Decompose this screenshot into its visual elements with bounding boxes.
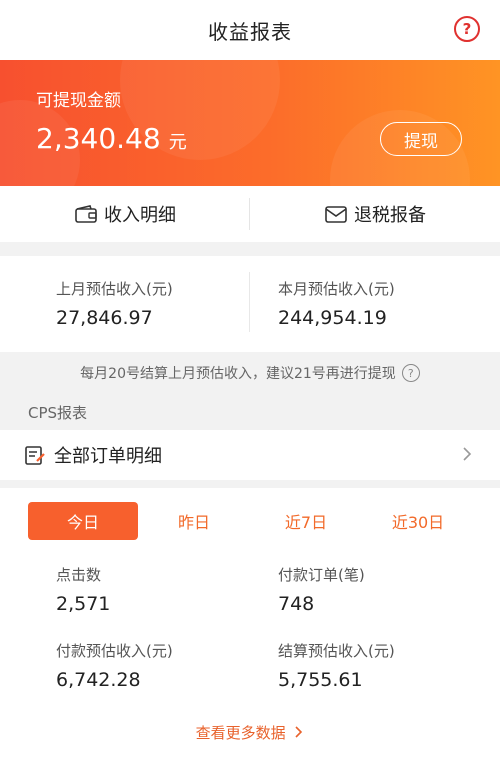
divider (249, 198, 250, 230)
metric-value: 5,755.61 (278, 669, 363, 691)
quick-actions: 收入明细 退税报备 (0, 186, 500, 242)
period-tabs: 今日 昨日 近7日 近30日 (28, 502, 474, 540)
income-detail-label: 收入明细 (104, 205, 176, 226)
balance-label: 可提现金额 (36, 91, 121, 111)
tab-yesterday[interactable]: 昨日 (138, 502, 250, 540)
section-label: CPS报表 (28, 404, 88, 422)
app-header: 收益报表 ? (0, 0, 500, 60)
metric-label: 结算预估收入(元) (278, 642, 395, 660)
stat-label: 上月预估收入(元) (56, 280, 173, 298)
metric-value: 748 (278, 593, 315, 615)
order-list-icon (25, 446, 45, 465)
balance-value: 2,340.48 (36, 122, 161, 155)
last-month-estimate: 上月预估收入(元) 27,846.97 (56, 278, 173, 329)
stat-label: 本月预估收入(元) (278, 280, 395, 298)
clicks-metric: 点击数 2,571 (56, 564, 110, 615)
chevron-right-icon (295, 726, 303, 738)
income-detail-button[interactable]: 收入明细 (0, 186, 250, 242)
stat-value: 27,846.97 (56, 307, 153, 329)
balance-banner: 可提现金额 2,340.48 元 提现 (0, 60, 500, 186)
this-month-estimate: 本月预估收入(元) 244,954.19 (278, 278, 395, 329)
view-more-label: 查看更多数据 (195, 724, 286, 742)
info-icon[interactable]: ? (401, 364, 420, 382)
estimate-card: 上月预估收入(元) 27,846.97 本月预估收入(元) 244,954.19 (0, 256, 500, 352)
metric-value: 6,742.28 (56, 669, 141, 691)
orders-title: 全部订单明细 (54, 446, 162, 467)
withdraw-button[interactable]: 提现 (380, 122, 462, 156)
stat-value: 244,954.19 (278, 307, 387, 329)
settled-estimate-metric: 结算预估收入(元) 5,755.61 (278, 640, 395, 691)
balance-amount: 2,340.48 元 (36, 122, 187, 155)
paid-orders-metric: 付款订单(笔) 748 (278, 564, 365, 615)
tab-7-days[interactable]: 近7日 (250, 502, 362, 540)
tax-refund-button[interactable]: 退税报备 (250, 186, 500, 242)
metric-label: 付款订单(笔) (278, 566, 365, 584)
page-title: 收益报表 (208, 19, 292, 44)
balance-unit: 元 (168, 132, 187, 153)
tax-refund-label: 退税报备 (354, 205, 426, 226)
cps-panel: 今日 昨日 近7日 近30日 点击数 2,571 付款订单(笔) 748 付款预… (0, 488, 500, 758)
settlement-note: 每月20号结算上月预估收入，建议21号再进行提现 ? (0, 356, 500, 390)
tab-today[interactable]: 今日 (28, 502, 138, 540)
wallet-icon (75, 205, 97, 223)
all-orders-row[interactable]: 全部订单明细 (0, 430, 500, 480)
note-text: 每月20号结算上月预估收入，建议21号再进行提现 (80, 366, 396, 382)
view-more-link[interactable]: 查看更多数据 (0, 722, 500, 743)
chevron-right-icon (463, 447, 472, 461)
paid-estimate-metric: 付款预估收入(元) 6,742.28 (56, 640, 173, 691)
metric-label: 付款预估收入(元) (56, 642, 173, 660)
envelope-icon (325, 206, 347, 223)
tab-30-days[interactable]: 近30日 (362, 502, 474, 540)
metric-value: 2,571 (56, 593, 111, 615)
help-icon[interactable]: ? (454, 16, 480, 42)
divider (249, 272, 250, 332)
metric-label: 点击数 (56, 566, 102, 584)
